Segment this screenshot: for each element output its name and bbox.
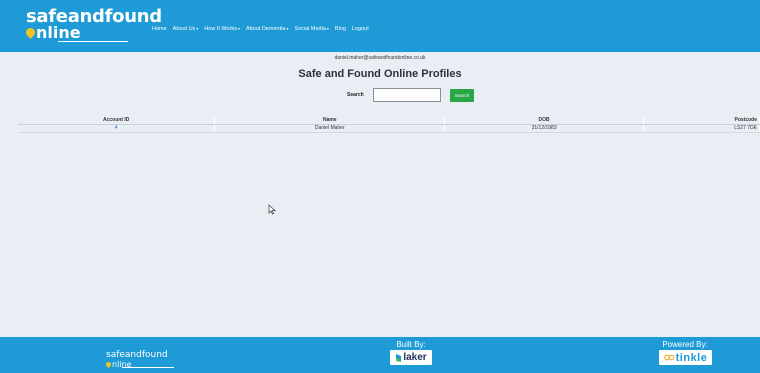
nav-blog[interactable]: Blog [335,25,346,33]
dob-cell: 31/12/1983 [444,124,645,133]
nav-social-media[interactable]: Social Media▾ [294,25,329,33]
logo-underline [58,41,128,42]
tinkle-logo[interactable]: tinkle [659,350,712,365]
site-logo[interactable]: safeandfound nline [24,8,162,44]
search-input[interactable] [373,88,441,102]
location-pin-icon [24,26,37,39]
search-form: Search Search [347,87,474,103]
search-button[interactable]: Search [450,88,474,102]
account-id-link[interactable]: 4 [115,125,118,131]
nav-home[interactable]: Home [152,25,167,33]
account-id-cell: 4 [18,124,216,133]
search-label: Search [347,92,364,98]
nav-about-us[interactable]: About Us▾ [173,25,199,33]
site-footer: safeandfound nline Built By: laker Power… [0,337,760,373]
footer-logo[interactable]: safeandfound nline [104,350,176,371]
laker-logo-icon [396,353,402,362]
mouse-cursor-icon [268,204,276,215]
laker-logo-text: laker [403,351,427,363]
profiles-table: Account ID Name DOB Postcode 4 Daniel Ma… [18,117,760,133]
footer-logo-underline [122,367,174,368]
table-row[interactable]: 4 Daniel Maher 31/12/1983 LS27 7DE [18,124,760,133]
user-email: daniel.maher@safeandfoundonline.co.uk [334,55,426,61]
logo-text-line2: nline [24,25,81,41]
chevron-down-icon: ▾ [196,26,199,31]
chevron-down-icon: ▾ [237,26,240,31]
footer-logo-line1: safeandfound [106,350,168,360]
name-cell: Daniel Maher [214,124,446,133]
nav-how-it-works[interactable]: How It Works▾ [204,25,240,33]
built-by-label: Built By: [396,340,426,349]
chevron-down-icon: ▾ [326,26,329,31]
tinkle-logo-icon [663,354,674,361]
column-header-account-id[interactable]: Account ID [18,117,216,125]
site-header: safeandfound nline Home About Us▾ How It… [0,0,760,52]
postcode-cell: LS27 7DE [643,124,760,133]
page-title: Safe and Found Online Profiles [298,68,462,80]
powered-by-label: Powered By: [662,340,708,349]
nav-logout[interactable]: Logout [352,25,369,33]
column-header-dob[interactable]: DOB [444,117,645,125]
table-header-row: Account ID Name DOB Postcode [18,117,760,125]
main-nav: Home About Us▾ How It Works▾ About Demen… [152,24,369,34]
nav-about-dementia[interactable]: About Dementia▾ [246,25,288,33]
location-pin-icon [104,360,113,369]
column-header-name[interactable]: Name [214,117,446,125]
laker-logo[interactable]: laker [390,350,432,365]
tinkle-logo-text: tinkle [675,351,708,364]
column-header-postcode[interactable]: Postcode [643,117,760,125]
chevron-down-icon: ▾ [286,26,289,31]
